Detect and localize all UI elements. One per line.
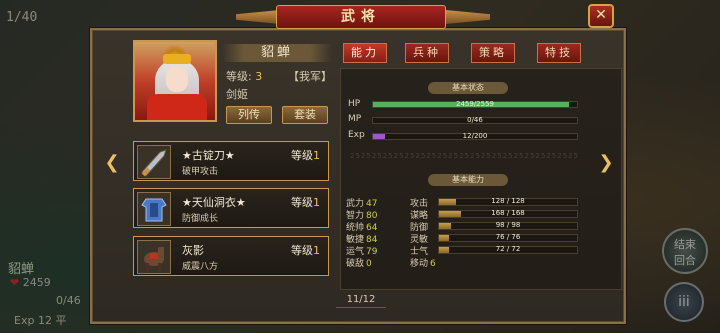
next-arrow-icon[interactable]: ❯ xyxy=(598,152,614,174)
combat-stat-value: 98 / 98 xyxy=(495,221,521,229)
general-class: 剑姬 xyxy=(226,88,248,101)
close-button[interactable]: ✕ xyxy=(588,4,614,28)
tab-ability[interactable]: 能力 xyxy=(343,43,387,63)
page-indicator: 11/12 xyxy=(336,294,386,308)
armor-icon xyxy=(137,192,171,226)
horse-icon xyxy=(137,240,171,274)
general-portrait xyxy=(133,40,217,122)
hp-value: 2459/2559 xyxy=(456,100,494,108)
equipment-name: 灰影 xyxy=(182,244,204,257)
equipment-level: 等级1 xyxy=(291,196,320,209)
general-faction: 【我军】 xyxy=(288,70,332,83)
general-level: 等级: 3 xyxy=(226,68,262,84)
outfit-button[interactable]: 套装 xyxy=(282,106,328,124)
watermark: 2525252525252525252525252525252525252525… xyxy=(350,152,580,160)
equipment-slot-armor[interactable]: ★天仙洞衣★ 等级1 防御成长 xyxy=(133,188,329,228)
basic-ability-heading: 基本能力 xyxy=(428,174,508,186)
hp-label: HP xyxy=(348,99,361,109)
panel-title: 武将 xyxy=(276,5,446,29)
equipment-level: 等级1 xyxy=(291,244,320,257)
equipment-desc: 防御成长 xyxy=(182,214,219,224)
equipment-name: ★天仙洞衣★ xyxy=(182,196,246,209)
sword-icon xyxy=(137,145,171,179)
equipment-name: ★古锭刀★ xyxy=(182,149,235,162)
basic-status-heading: 基本状态 xyxy=(428,82,508,94)
close-icon: ✕ xyxy=(595,7,607,23)
combat-stat-label: 士气 xyxy=(410,247,429,257)
level-label: 等级: xyxy=(226,70,252,83)
tab-troop[interactable]: 兵种 xyxy=(405,43,449,63)
equipment-desc: 威震八方 xyxy=(182,262,219,272)
tab-strategy[interactable]: 策略 xyxy=(471,43,515,63)
mp-value: 0/46 xyxy=(467,116,483,124)
ability-6: 移动 6 xyxy=(410,259,436,269)
exp-label: Exp xyxy=(348,130,365,140)
level-value: 3 xyxy=(255,70,263,83)
biography-button[interactable]: 列传 xyxy=(226,106,272,124)
equipment-slot-horse[interactable]: 灰影 等级1 威震八方 xyxy=(133,236,329,276)
mp-label: MP xyxy=(348,114,362,124)
combat-stat-value: 76 / 76 xyxy=(495,233,521,241)
prev-arrow-icon[interactable]: ❮ xyxy=(104,152,120,174)
equipment-level: 等级1 xyxy=(291,149,320,162)
ability-5: 破敌 0 xyxy=(346,259,372,269)
combat-stat-value: 128 / 128 xyxy=(491,197,525,205)
equipment-desc: 破甲攻击 xyxy=(182,167,219,177)
tab-skill[interactable]: 特技 xyxy=(537,43,581,63)
general-name: 貂蝉 xyxy=(222,44,332,62)
combat-stat-value: 168 / 168 xyxy=(491,209,525,217)
equipment-slot-weapon[interactable]: ★古锭刀★ 等级1 破甲攻击 xyxy=(133,141,329,181)
exp-value: 12/200 xyxy=(462,132,488,140)
combat-stat-value: 72 / 72 xyxy=(495,245,521,253)
